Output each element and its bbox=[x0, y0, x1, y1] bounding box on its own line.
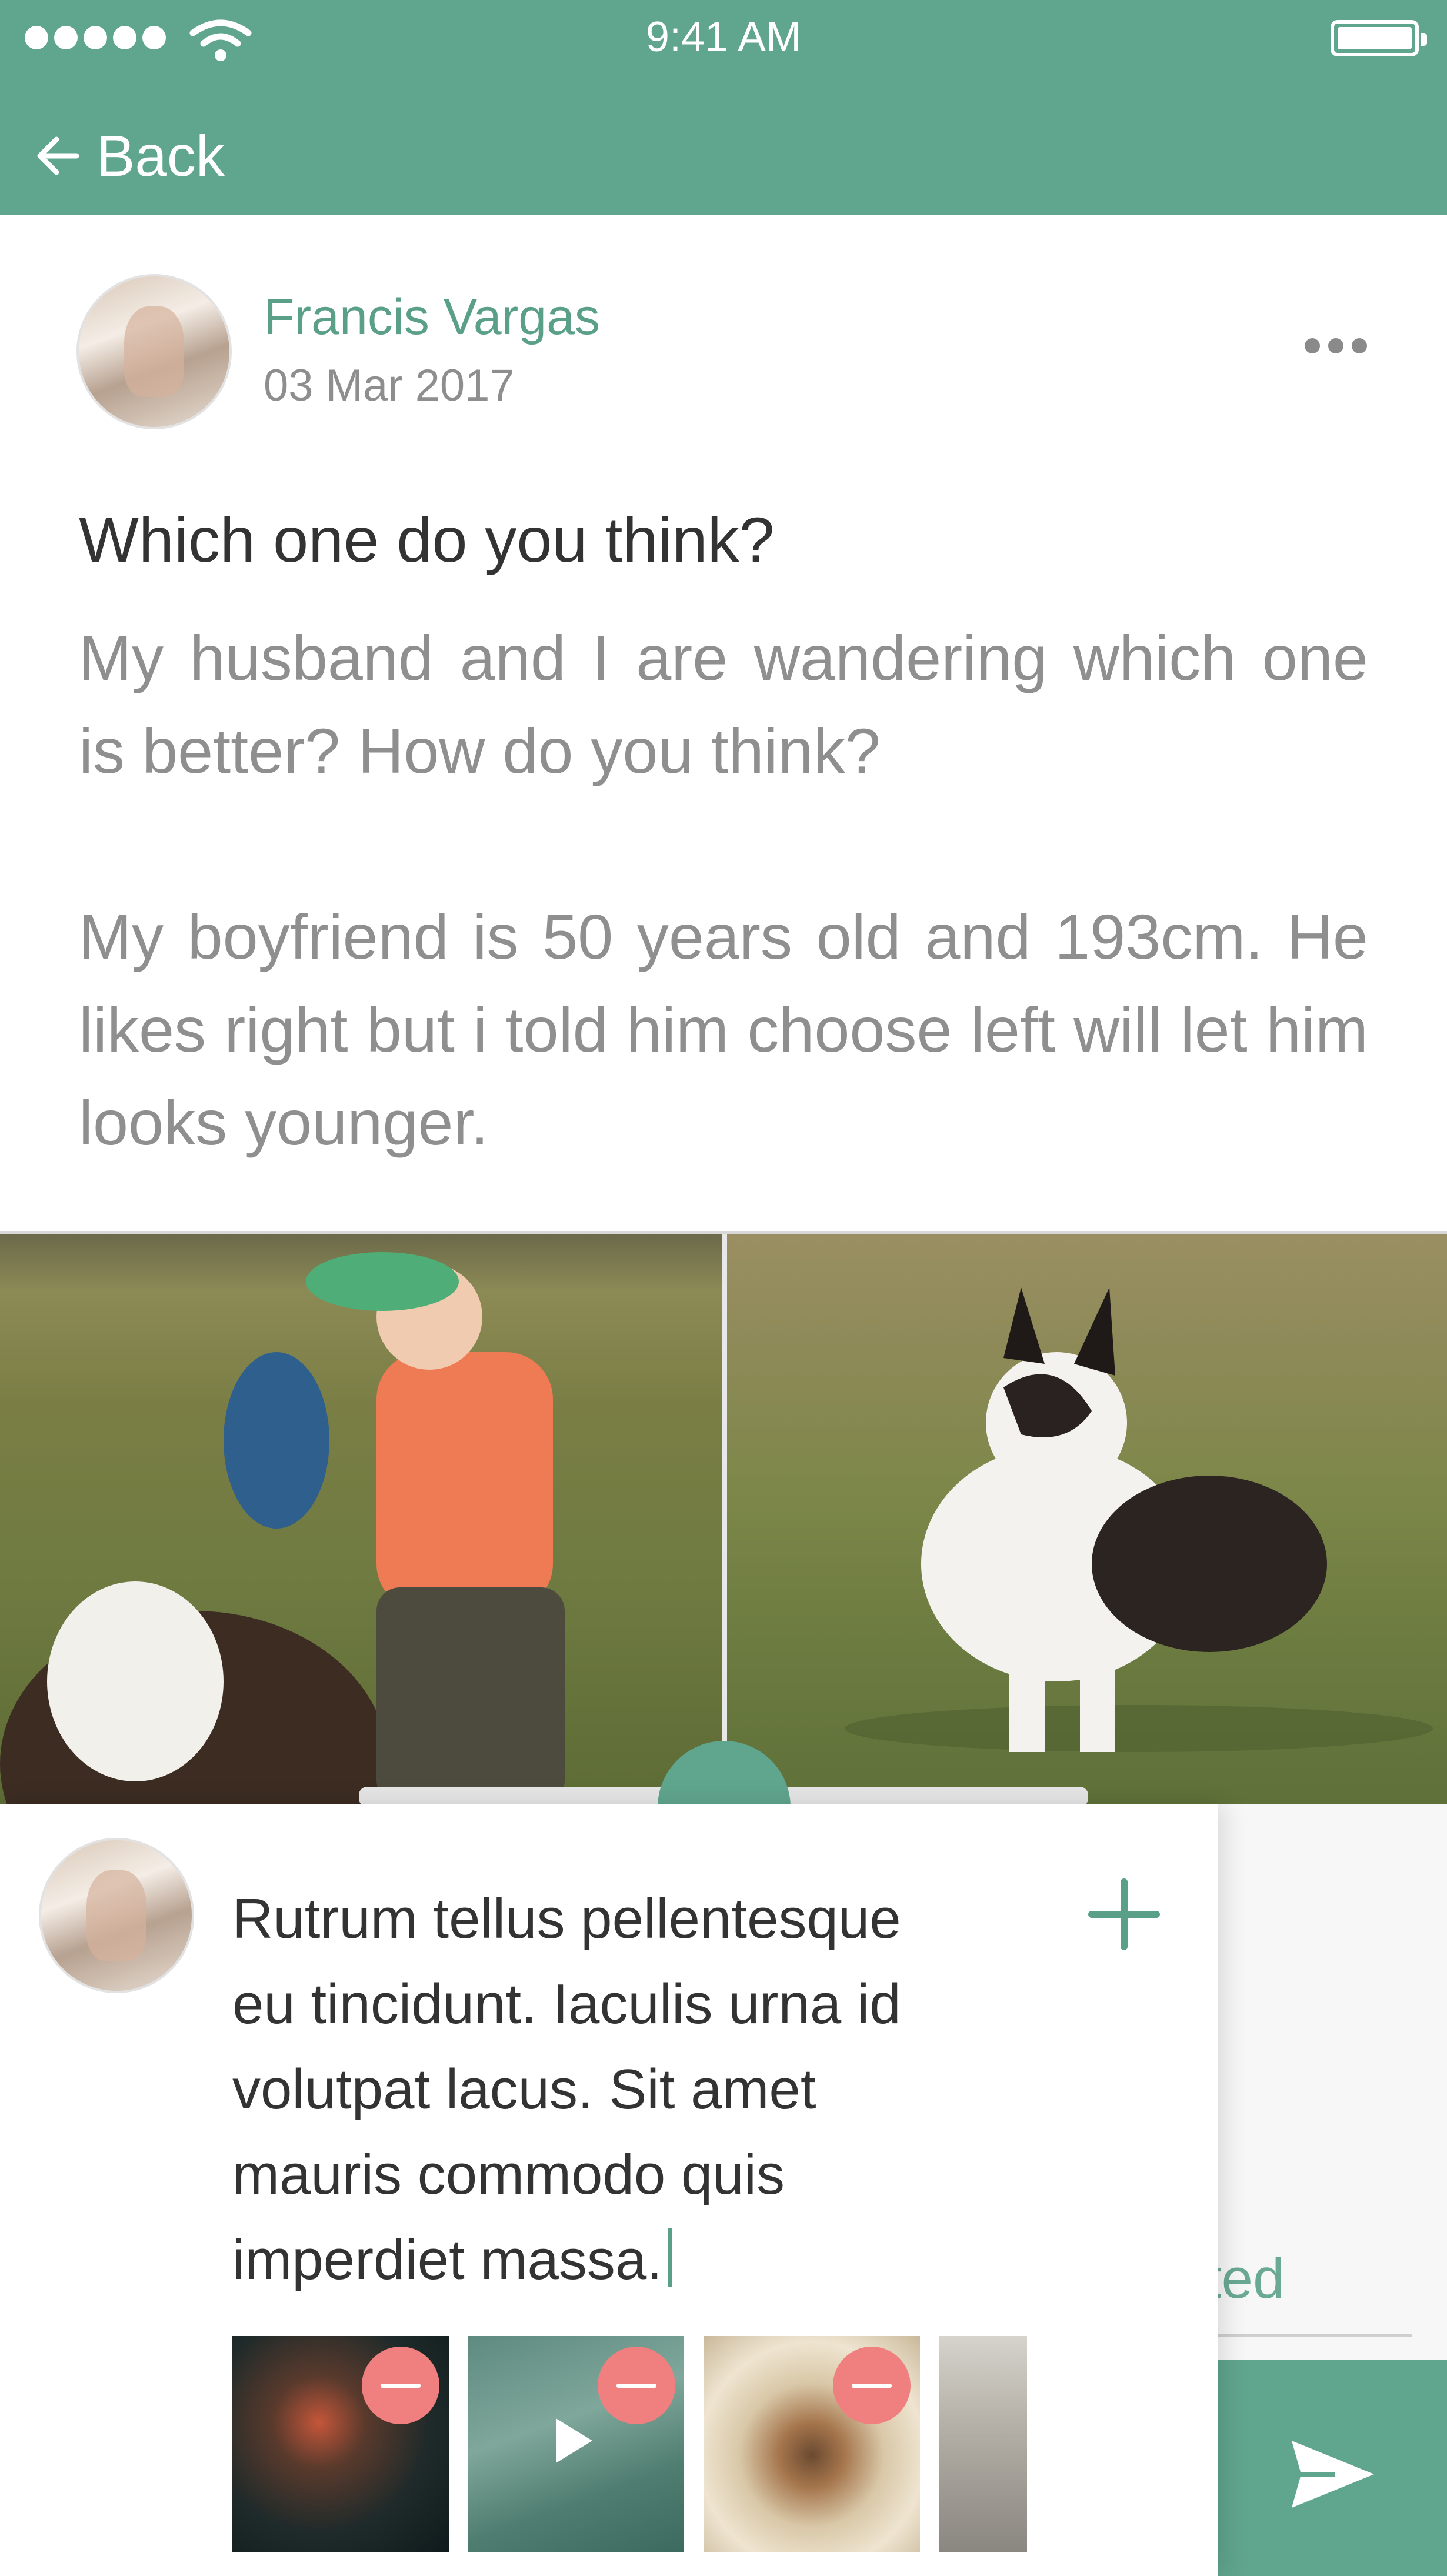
post-paragraph-2: My boyfriend is 50 years old and 193cm. … bbox=[79, 901, 1368, 1158]
post-date: 03 Mar 2017 bbox=[264, 361, 515, 411]
compare-divider bbox=[722, 1234, 727, 1804]
input-underline bbox=[1218, 2334, 1412, 2337]
author-avatar[interactable] bbox=[76, 274, 232, 429]
send-button[interactable] bbox=[1218, 2360, 1447, 2576]
photo-corgi-on-grass[interactable] bbox=[727, 1234, 1447, 1804]
status-time: 9:41 AM bbox=[645, 14, 802, 61]
post-paragraph-1: My husband and I are wandering which one… bbox=[79, 622, 1368, 786]
back-button[interactable]: Back bbox=[34, 121, 225, 191]
back-label: Back bbox=[96, 123, 225, 188]
plus-icon[interactable] bbox=[1086, 1876, 1162, 1953]
user-avatar bbox=[39, 1838, 194, 1993]
more-dots-icon[interactable] bbox=[1305, 338, 1367, 353]
placeholder-fragment: ted bbox=[1206, 2247, 1285, 2310]
remove-icon[interactable] bbox=[833, 2347, 911, 2424]
send-icon bbox=[1292, 2441, 1374, 2508]
remove-icon[interactable] bbox=[362, 2347, 439, 2424]
remove-icon[interactable] bbox=[598, 2347, 675, 2424]
comment-text: Rutrum tellus pellentesque eu tincidunt.… bbox=[232, 1887, 901, 2291]
play-icon bbox=[556, 2418, 592, 2463]
comment-input[interactable]: Rutrum tellus pellentesque eu tincidunt.… bbox=[232, 1876, 1021, 2303]
author-name[interactable]: Francis Vargas bbox=[264, 288, 600, 346]
battery-icon bbox=[1331, 20, 1427, 56]
arrow-left-icon bbox=[37, 136, 79, 175]
post-body: My husband and I are wandering which one… bbox=[79, 612, 1368, 1169]
attachment-thumbnail-4[interactable] bbox=[939, 2336, 1027, 2552]
post-title: Which one do you think? bbox=[79, 504, 775, 575]
photo-child-with-dog[interactable] bbox=[0, 1234, 722, 1804]
text-caret bbox=[668, 2228, 672, 2287]
